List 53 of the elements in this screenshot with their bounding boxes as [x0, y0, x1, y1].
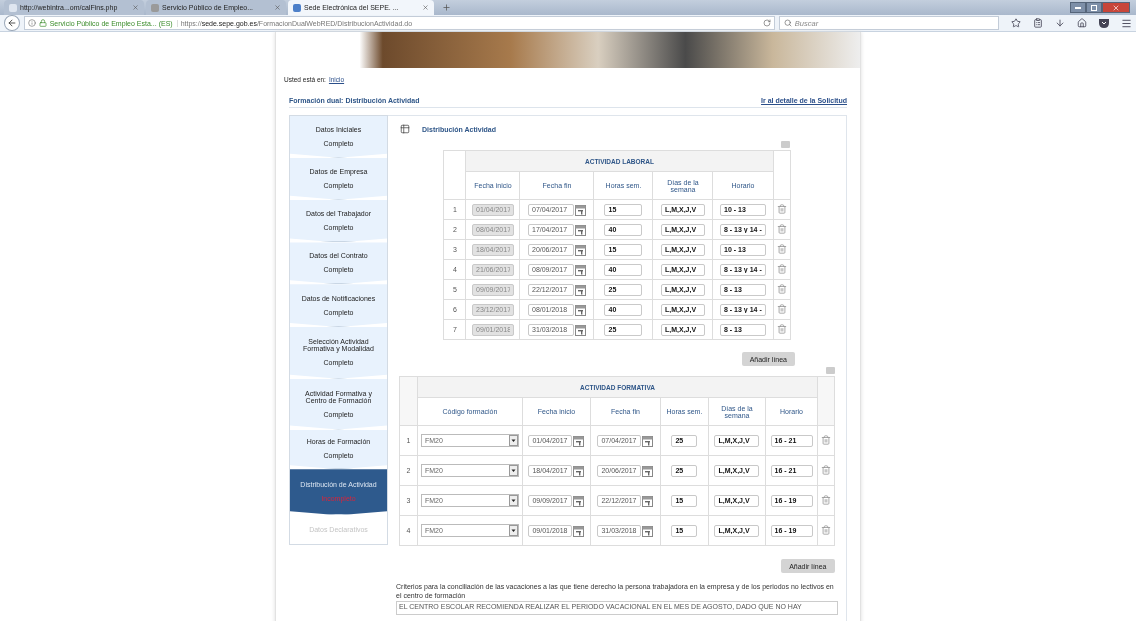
new-tab-icon[interactable] — [442, 3, 451, 12]
calendar-icon[interactable] — [575, 243, 586, 256]
star-icon[interactable] — [1011, 18, 1021, 28]
clipboard-icon[interactable] — [1033, 18, 1043, 28]
caret-icon — [508, 435, 518, 446]
calendar-icon[interactable] — [642, 434, 654, 447]
download-icon[interactable] — [1055, 18, 1065, 28]
trash-icon[interactable] — [776, 284, 787, 294]
calendar-icon[interactable] — [573, 494, 585, 507]
calendar-icon[interactable] — [575, 323, 586, 336]
trash-icon[interactable] — [776, 224, 787, 234]
close-icon — [1112, 3, 1120, 12]
trash-icon[interactable] — [821, 435, 832, 445]
search-icon — [783, 19, 792, 27]
caret-icon — [508, 495, 518, 506]
close-button[interactable] — [1102, 2, 1130, 13]
trash-icon[interactable] — [821, 495, 832, 505]
trash-icon[interactable] — [821, 525, 832, 535]
minimize-button[interactable] — [1070, 2, 1086, 13]
calendar-icon[interactable] — [642, 494, 654, 507]
trash-icon[interactable] — [776, 324, 787, 334]
reload-icon[interactable] — [762, 19, 771, 27]
calendar-icon[interactable] — [642, 524, 654, 537]
calendar-icon[interactable] — [575, 223, 586, 236]
maximize-button[interactable] — [1086, 2, 1102, 13]
calendar-icon[interactable] — [575, 283, 586, 296]
lock-icon — [38, 19, 47, 27]
calendar-icon[interactable] — [642, 464, 654, 477]
back-arrow-icon — [6, 18, 17, 28]
calendar-icon[interactable] — [575, 203, 586, 216]
calendar-icon[interactable] — [573, 464, 585, 477]
table-icon — [400, 124, 410, 134]
caret-icon — [508, 465, 518, 476]
back-button[interactable] — [4, 15, 20, 31]
minimize-icon — [1075, 6, 1081, 9]
trash-icon[interactable] — [776, 204, 787, 214]
maximize-icon — [1091, 4, 1097, 11]
home-icon[interactable] — [1077, 18, 1087, 28]
trash-icon[interactable] — [776, 304, 787, 314]
menu-icon[interactable] — [1121, 17, 1132, 29]
calendar-icon[interactable] — [575, 303, 586, 316]
favicon-icon — [151, 3, 159, 12]
calendar-icon[interactable] — [575, 263, 586, 276]
trash-icon[interactable] — [776, 244, 787, 254]
calendar-icon[interactable] — [573, 434, 585, 447]
shield-icon[interactable] — [1099, 18, 1109, 28]
favicon-icon — [9, 3, 17, 12]
close-icon[interactable] — [422, 4, 429, 11]
trash-icon[interactable] — [821, 465, 832, 475]
favicon-icon — [293, 3, 301, 12]
calendar-icon[interactable] — [573, 524, 585, 537]
caret-icon — [508, 525, 518, 536]
trash-icon[interactable] — [776, 264, 787, 274]
